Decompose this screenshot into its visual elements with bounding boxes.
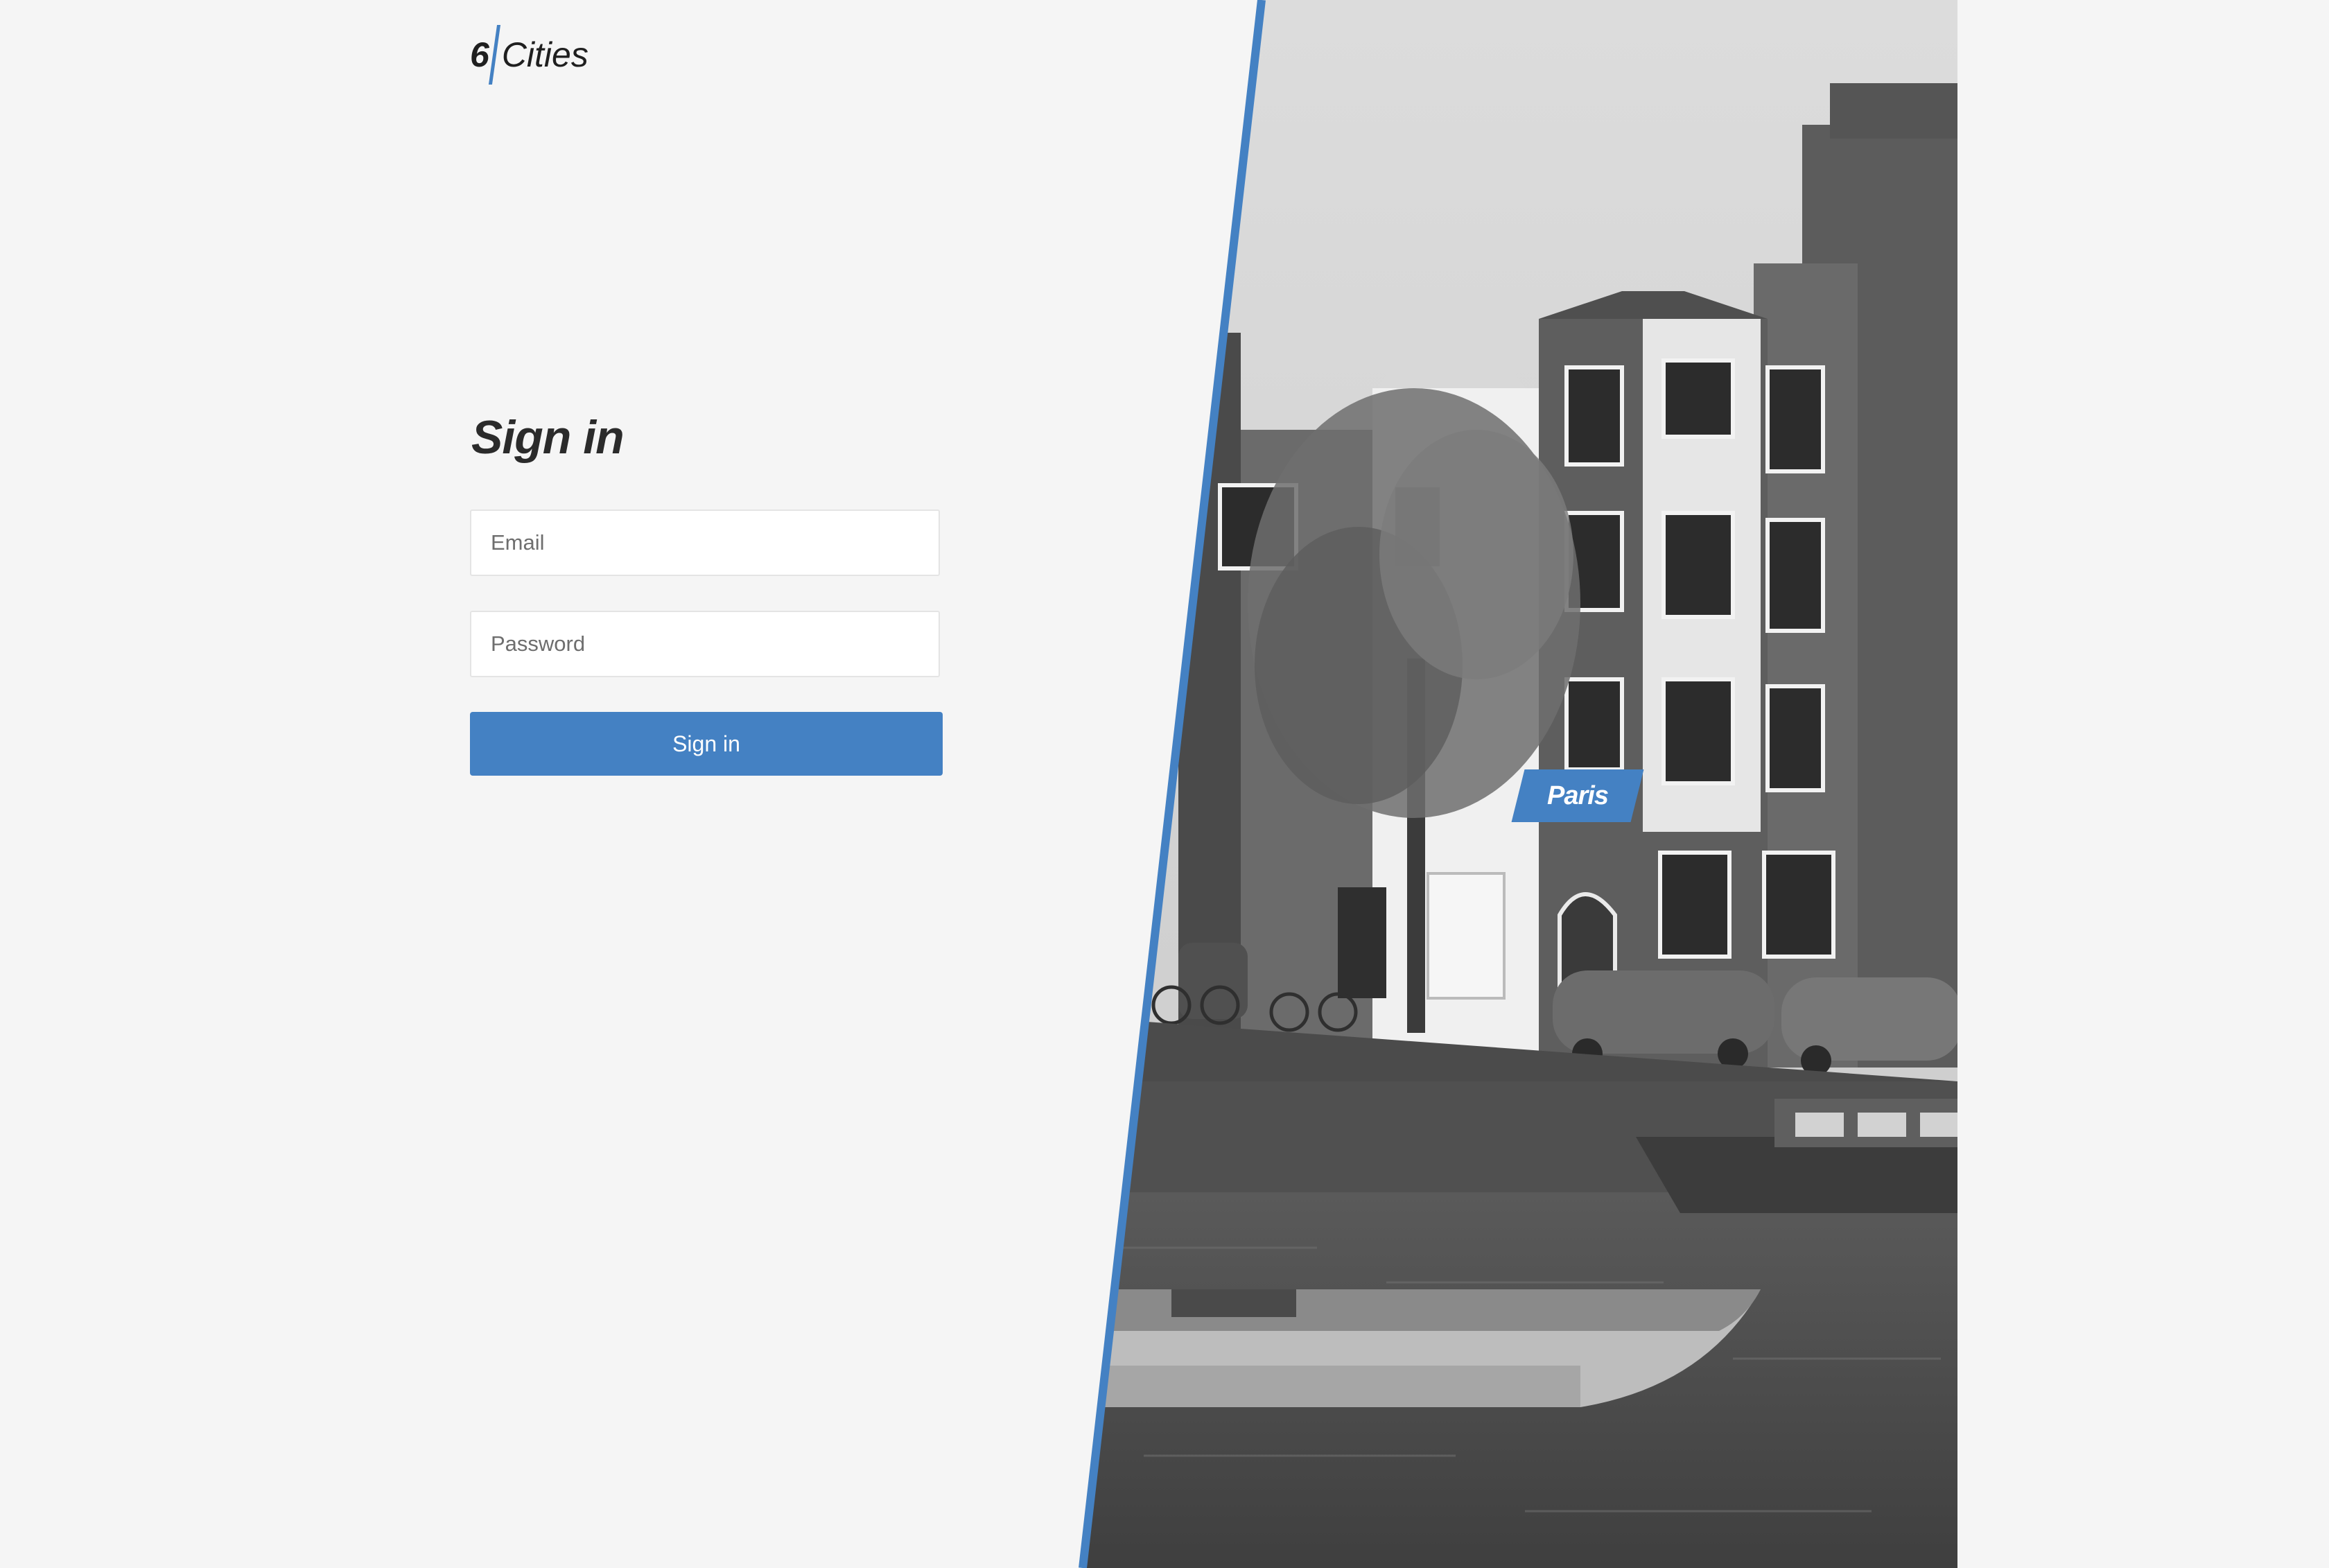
logo-number: 6 (470, 35, 489, 74)
login-page: 6 Cities Sign in Sign in Paris (0, 0, 2329, 1568)
email-field[interactable] (470, 509, 940, 576)
signin-button[interactable]: Sign in (470, 712, 943, 776)
page-title: Sign in (471, 411, 625, 464)
city-link-paris[interactable]: Paris (1511, 769, 1644, 822)
logo-slash-mark (488, 25, 500, 85)
logo-word: Cities (501, 35, 588, 74)
city-photo (1079, 0, 1957, 1568)
password-field[interactable] (470, 611, 940, 677)
city-tag-label: Paris (1547, 781, 1609, 810)
logo-link[interactable]: 6 Cities (470, 24, 588, 86)
